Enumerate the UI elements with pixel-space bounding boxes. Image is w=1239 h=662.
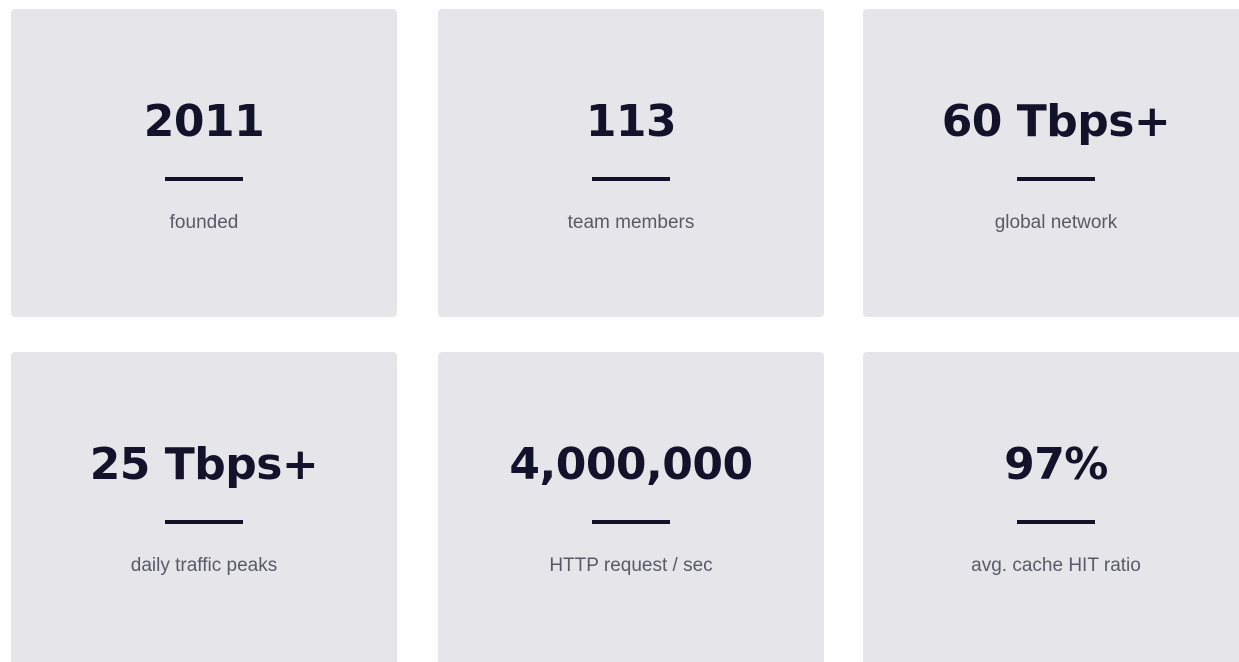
stat-card-cache-hit-ratio: 97% avg. cache HIT ratio	[863, 352, 1239, 662]
stat-card-founded: 2011 founded	[11, 9, 397, 317]
stat-label: daily traffic peaks	[130, 555, 278, 576]
stat-label: avg. cache HIT ratio	[971, 555, 1141, 576]
stat-value: 2011	[143, 96, 265, 147]
stat-label: team members	[567, 212, 695, 233]
stat-card-team-members: 113 team members	[438, 9, 824, 317]
stat-card-global-network: 60 Tbps+ global network	[863, 9, 1239, 317]
stat-value: 60 Tbps+	[941, 96, 1171, 147]
stat-value: 97%	[1004, 439, 1108, 490]
stat-value: 25 Tbps+	[89, 439, 319, 490]
stat-value: 113	[585, 96, 677, 147]
stat-divider	[1017, 177, 1095, 181]
stat-divider	[165, 520, 243, 524]
stat-divider	[165, 177, 243, 181]
stat-divider	[1017, 520, 1095, 524]
stat-divider	[592, 520, 670, 524]
stat-value: 4,000,000	[509, 439, 753, 490]
stat-label: founded	[169, 212, 239, 233]
stat-card-daily-traffic-peaks: 25 Tbps+ daily traffic peaks	[11, 352, 397, 662]
stat-divider	[592, 177, 670, 181]
stat-label: HTTP request / sec	[549, 555, 713, 576]
stat-label: global network	[994, 212, 1118, 233]
stat-card-http-requests: 4,000,000 HTTP request / sec	[438, 352, 824, 662]
